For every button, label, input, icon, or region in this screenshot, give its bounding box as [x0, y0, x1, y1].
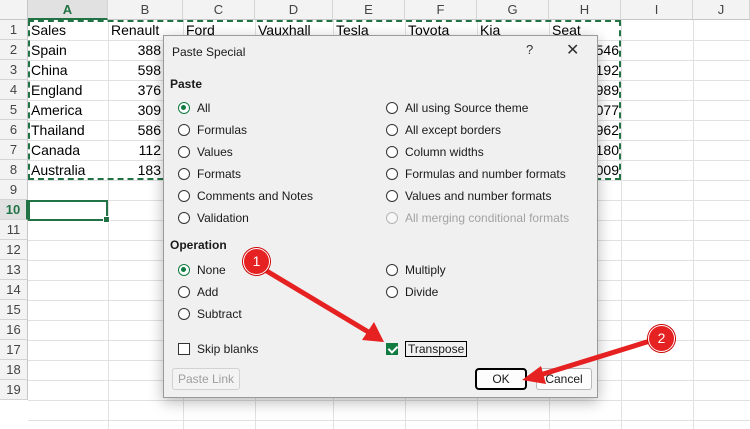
radio-disabled-icon	[386, 212, 398, 224]
operation-add-radio[interactable]: Add	[178, 284, 218, 300]
row-header-10[interactable]: 10	[0, 200, 28, 220]
column-header-h[interactable]: H	[549, 0, 621, 20]
radio-icon	[386, 146, 398, 158]
select-all-corner[interactable]	[0, 0, 28, 20]
cell-a8[interactable]: Australia	[28, 160, 108, 180]
column-header-d[interactable]: D	[255, 0, 333, 20]
paste-link-button: Paste Link	[172, 368, 240, 390]
row-header-11[interactable]: 11	[0, 220, 28, 240]
paste-formats-radio[interactable]: Formats	[178, 166, 241, 182]
cell-b5[interactable]: 309	[130, 100, 164, 120]
radio-icon	[178, 286, 190, 298]
cancel-button[interactable]: Cancel	[536, 368, 592, 390]
paste-section-label: Paste	[170, 77, 203, 91]
column-header-e[interactable]: E	[333, 0, 405, 20]
paste-column-widths-radio[interactable]: Column widths	[386, 144, 484, 160]
row-header-8[interactable]: 8	[0, 160, 28, 180]
paste-special-dialog: Paste Special ? ✕ Paste All Formulas Val…	[163, 35, 598, 398]
cell-a1[interactable]: Sales	[28, 20, 108, 40]
row-header-6[interactable]: 6	[0, 120, 28, 140]
row-header-18[interactable]: 18	[0, 360, 28, 380]
paste-values-radio[interactable]: Values	[178, 144, 233, 160]
cell-b4[interactable]: 376	[130, 80, 164, 100]
operation-divide-radio[interactable]: Divide	[386, 284, 438, 300]
operation-subtract-radio[interactable]: Subtract	[178, 306, 242, 322]
row-header-3[interactable]: 3	[0, 60, 28, 80]
cell-b7[interactable]: 112	[130, 140, 164, 160]
radio-icon	[386, 102, 398, 114]
cell-a5[interactable]: America	[28, 100, 108, 120]
radio-icon	[386, 124, 398, 136]
row-header-17[interactable]: 17	[0, 340, 28, 360]
operation-section-label: Operation	[170, 238, 227, 252]
row-header-5[interactable]: 5	[0, 100, 28, 120]
column-header-f[interactable]: F	[405, 0, 477, 20]
help-button[interactable]: ?	[526, 42, 533, 57]
paste-comments-radio[interactable]: Comments and Notes	[178, 188, 313, 204]
radio-icon	[386, 168, 398, 180]
row-header-9[interactable]: 9	[0, 180, 28, 200]
cell-a2[interactable]: Spain	[28, 40, 108, 60]
paste-formulas-number-formats-radio[interactable]: Formulas and number formats	[386, 166, 566, 182]
row-header-14[interactable]: 14	[0, 280, 28, 300]
row-header-19[interactable]: 19	[0, 380, 28, 400]
row-header-13[interactable]: 13	[0, 260, 28, 280]
operation-multiply-radio[interactable]: Multiply	[386, 262, 446, 278]
radio-icon	[178, 190, 190, 202]
radio-icon	[178, 168, 190, 180]
paste-validation-radio[interactable]: Validation	[178, 210, 249, 226]
row-header-2[interactable]: 2	[0, 40, 28, 60]
column-header-b[interactable]: B	[108, 0, 183, 20]
column-header-g[interactable]: G	[477, 0, 549, 20]
row-header-4[interactable]: 4	[0, 80, 28, 100]
paste-except-borders-radio[interactable]: All except borders	[386, 122, 501, 138]
radio-icon	[178, 124, 190, 136]
paste-formulas-radio[interactable]: Formulas	[178, 122, 247, 138]
radio-icon	[386, 264, 398, 276]
transpose-checkbox[interactable]: Transpose	[386, 341, 468, 357]
checkbox-icon	[178, 343, 190, 355]
cell-b6[interactable]: 586	[130, 120, 164, 140]
radio-selected-icon	[178, 264, 190, 276]
annotation-badge-2: 2	[648, 325, 675, 352]
ok-button[interactable]: OK	[475, 368, 527, 390]
radio-icon	[386, 286, 398, 298]
row-header-7[interactable]: 7	[0, 140, 28, 160]
radio-icon	[386, 190, 398, 202]
paste-merging-conditional-radio: All merging conditional formats	[386, 210, 569, 226]
cell-a7[interactable]: Canada	[28, 140, 108, 160]
paste-all-radio[interactable]: All	[178, 100, 210, 116]
paste-source-theme-radio[interactable]: All using Source theme	[386, 100, 528, 116]
cell-a4[interactable]: England	[28, 80, 108, 100]
cell-a6[interactable]: Thailand	[28, 120, 108, 140]
cell-b8[interactable]: 183	[130, 160, 164, 180]
skip-blanks-checkbox[interactable]: Skip blanks	[178, 341, 258, 357]
annotation-badge-1: 1	[243, 248, 270, 275]
column-header-i[interactable]: I	[621, 0, 693, 20]
cell-b2[interactable]: 388	[130, 40, 164, 60]
radio-icon	[178, 212, 190, 224]
close-button[interactable]: ✕	[566, 40, 579, 60]
cell-a3[interactable]: China	[28, 60, 108, 80]
column-header-a[interactable]: A	[28, 0, 108, 20]
radio-icon	[178, 146, 190, 158]
column-header-c[interactable]: C	[183, 0, 255, 20]
row-header-15[interactable]: 15	[0, 300, 28, 320]
operation-none-radio[interactable]: None	[178, 262, 226, 278]
cell-b3[interactable]: 598	[130, 60, 164, 80]
checkbox-checked-icon	[386, 343, 398, 355]
row-header-12[interactable]: 12	[0, 240, 28, 260]
row-header-1[interactable]: 1	[0, 20, 28, 40]
row-header-16[interactable]: 16	[0, 320, 28, 340]
column-header-j[interactable]: J	[693, 0, 750, 20]
radio-selected-icon	[178, 102, 190, 114]
active-cell-a10[interactable]	[28, 200, 110, 223]
paste-values-number-formats-radio[interactable]: Values and number formats	[386, 188, 552, 204]
dialog-title: Paste Special	[172, 45, 246, 59]
radio-icon	[178, 308, 190, 320]
